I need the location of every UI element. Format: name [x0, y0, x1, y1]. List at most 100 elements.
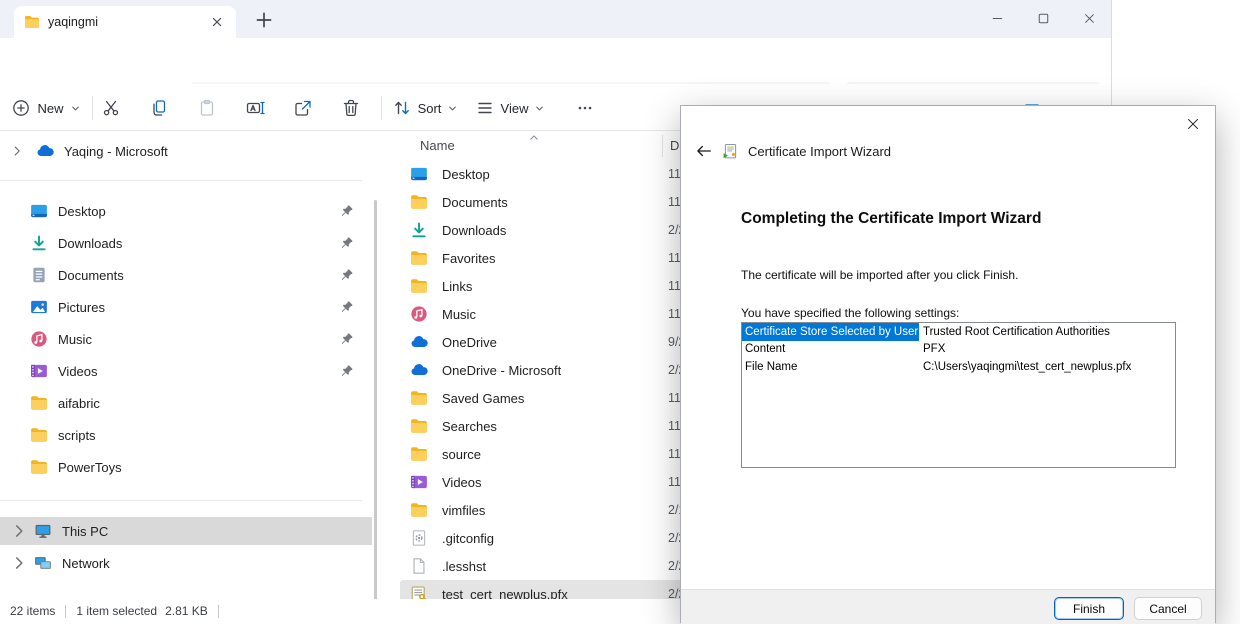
certificate-wizard-icon [722, 143, 739, 160]
chevron-expand-icon[interactable] [10, 554, 28, 572]
minimize-icon [989, 10, 1006, 27]
cut-icon [101, 98, 121, 118]
setting-key: File Name [742, 358, 919, 376]
chevron-expand-icon[interactable] [10, 144, 24, 158]
new-tab-button[interactable] [252, 8, 276, 32]
folder-icon [30, 458, 48, 476]
sidebar-item-documents[interactable]: Documents [0, 260, 372, 290]
dialog-header: Certificate Import Wizard [695, 142, 891, 160]
tab-title: yaqingmi [48, 15, 200, 29]
sidebar-item-pictures[interactable]: Pictures [0, 292, 372, 322]
dialog-title: Certificate Import Wizard [748, 144, 891, 159]
window-maximize-button[interactable] [1021, 2, 1065, 34]
cut-button[interactable] [93, 92, 129, 124]
sidebar-item-aifabric[interactable]: aifabric [0, 388, 372, 418]
pin-icon [340, 364, 354, 378]
music-icon [30, 330, 48, 348]
sidebar-item-label: PowerToys [58, 460, 372, 475]
column-divider[interactable] [662, 135, 663, 157]
settings-row-content[interactable]: Content PFX [742, 341, 1175, 359]
name-column-header[interactable]: Name [420, 138, 455, 153]
videos-icon [410, 473, 428, 491]
pin-icon [340, 268, 354, 282]
status-divider [65, 605, 66, 618]
window-close-button[interactable] [1067, 2, 1111, 34]
new-button[interactable]: New [8, 92, 84, 124]
cancel-button[interactable]: Cancel [1134, 597, 1202, 620]
setting-value: C:\Users\yaqingmi\test_cert_newplus.pfx [919, 361, 1131, 373]
dialog-body-text: The certificate will be imported after y… [741, 268, 1018, 282]
pictures-icon [30, 298, 48, 316]
setting-key: Content [742, 341, 919, 359]
onedrive-cloud-icon [36, 142, 54, 160]
dialog-back-icon[interactable] [695, 142, 713, 160]
sidebar-item-label: Documents [58, 268, 310, 283]
sidebar-item-powertoys[interactable]: PowerToys [0, 452, 372, 482]
view-button-label: View [501, 101, 529, 116]
file-icon [410, 557, 428, 575]
selection-size: 2.81 KB [165, 604, 208, 618]
gitconfig-icon [410, 529, 428, 547]
pin-icon [340, 204, 354, 218]
chevron-down-icon [534, 103, 545, 114]
more-icon [575, 98, 595, 118]
pin-icon [340, 300, 354, 314]
folder-icon [410, 389, 428, 407]
certificate-import-wizard-dialog: Certificate Import Wizard Completing the… [680, 105, 1216, 623]
sidebar-item-scripts[interactable]: scripts [0, 420, 372, 450]
music-icon [410, 305, 428, 323]
sidebar-item-this-pc[interactable]: This PC [0, 517, 372, 545]
status-divider [218, 605, 219, 618]
folder-icon [410, 277, 428, 295]
sidebar-item-yaqing-microsoft[interactable]: Yaqing - Microsoft [0, 136, 372, 166]
sidebar-item-network[interactable]: Network [0, 549, 372, 577]
rename-button[interactable] [237, 92, 273, 124]
downloads-icon [30, 234, 48, 252]
item-count: 22 items [10, 604, 55, 618]
folder-icon [410, 193, 428, 211]
paste-icon [197, 98, 217, 118]
view-button[interactable]: View [474, 92, 546, 124]
settings-row-certificate-store-selected-by-user[interactable]: Certificate Store Selected by User Trust… [742, 323, 1175, 341]
folder-icon [30, 426, 48, 444]
sidebar-item-videos[interactable]: Videos [0, 356, 372, 386]
window-minimize-button[interactable] [975, 2, 1019, 34]
copy-icon [149, 98, 169, 118]
chevron-expand-icon[interactable] [10, 522, 28, 540]
setting-key: Certificate Store Selected by User [742, 323, 919, 341]
more-options-button[interactable] [565, 92, 605, 124]
settings-listbox[interactable]: Certificate Store Selected by User Trust… [741, 322, 1176, 468]
dialog-close-button[interactable] [1177, 111, 1209, 137]
folder-icon [410, 417, 428, 435]
sort-icon [392, 98, 412, 118]
onedrive-icon [410, 361, 428, 379]
sidebar-item-desktop[interactable]: Desktop [0, 196, 372, 226]
sidebar-item-downloads[interactable]: Downloads [0, 228, 372, 258]
tab-close-icon[interactable] [208, 13, 226, 31]
sidebar-item-label: Desktop [58, 204, 310, 219]
chevron-down-icon [447, 103, 458, 114]
folder-icon [30, 394, 48, 412]
share-button[interactable] [285, 92, 321, 124]
finish-button[interactable]: Finish [1054, 597, 1124, 620]
sidebar-scrollbar[interactable] [374, 200, 377, 600]
copy-button[interactable] [141, 92, 177, 124]
sidebar-item-label: Music [58, 332, 310, 347]
thispc-icon [34, 522, 52, 540]
sidebar-item-label: Network [62, 556, 110, 571]
sidebar-item-music[interactable]: Music [0, 324, 372, 354]
sidebar-item-label: Yaqing - Microsoft [64, 144, 372, 159]
network-icon [34, 554, 52, 572]
videos-icon [30, 362, 48, 380]
explorer-tab-yaqingmi[interactable]: yaqingmi [14, 6, 236, 38]
desktop-icon [410, 165, 428, 183]
selection-count: 1 item selected [76, 604, 157, 618]
sidebar-item-label: Videos [58, 364, 310, 379]
share-icon [293, 98, 313, 118]
settings-row-file-name[interactable]: File Name C:\Users\yaqingmi\test_cert_ne… [742, 358, 1175, 376]
chevron-down-icon [70, 103, 81, 114]
delete-button[interactable] [333, 92, 369, 124]
delete-icon [341, 98, 361, 118]
paste-button[interactable] [189, 92, 225, 124]
sort-button[interactable]: Sort [390, 92, 460, 124]
